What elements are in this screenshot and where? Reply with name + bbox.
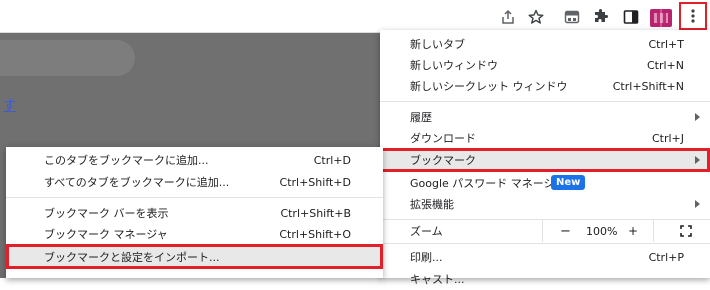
menu-item-label: キャスト... [410,273,465,286]
star-icon[interactable] [524,5,548,29]
menu-item-label: 新しいウィンドウ [410,59,498,72]
menu-separator [380,243,710,244]
menu-item-label: ブックマークと設定をインポート... [44,250,220,264]
menu-item-label: このタブをブックマークに追加... [44,154,209,167]
menu-item-password-manager[interactable]: Google パスワード マネージャー New [380,172,710,194]
zoom-divider [653,220,654,242]
page-link: す [3,99,17,114]
zoom-in-button[interactable]: + [628,224,638,238]
menu-item-zoom: ズーム − 100% + [380,220,710,242]
menu-item-shortcut: Ctrl+N [646,58,684,72]
menu-item-shortcut: Ctrl+Shift+N [612,79,684,93]
menu-item-shortcut: Ctrl+D [313,153,351,167]
share-icon[interactable] [496,5,520,29]
new-badge: New [551,175,586,190]
menu-item-label: 印刷... [410,251,443,264]
menu-item-label: 新しいタブ [410,38,465,51]
menu-item-shortcut: Ctrl+Shift+B [280,206,351,220]
menu-item-label: すべてのタブをブックマークに追加... [44,176,230,189]
menu-item-label: 履歴 [410,111,432,124]
menu-separator [6,197,383,198]
menu-item-label: ダウンロード [410,132,476,145]
fullscreen-icon[interactable] [680,225,692,237]
menu-item-shortcut: Ctrl+Shift+D [279,175,351,189]
submenu-item-bookmark-all-tabs[interactable]: すべてのタブをブックマークに追加... Ctrl+Shift+D [6,171,383,193]
menu-item-bookmarks[interactable]: ブックマーク [380,148,710,172]
browser-toolbar [0,0,710,33]
menu-item-cast[interactable]: キャスト... [380,268,710,290]
menu-item-label: 拡張機能 [410,198,454,211]
page-search-bar [0,40,135,76]
side-panel-icon[interactable] [619,5,643,29]
menu-item-label: ブックマーク マネージャ [44,228,168,241]
menu-item-new-window[interactable]: 新しいウィンドウ Ctrl+N [380,54,710,76]
zoom-level: 100% [586,224,618,238]
menu-item-new-tab[interactable]: 新しいタブ Ctrl+T [380,33,710,55]
submenu-arrow-icon [695,113,700,121]
submenu-item-bookmark-this-tab[interactable]: このタブをブックマークに追加... Ctrl+D [6,149,383,171]
submenu-item-show-bookmarks-bar[interactable]: ブックマーク バーを表示 Ctrl+Shift+B [6,202,383,224]
profile-avatar[interactable] [650,9,672,27]
menu-item-print[interactable]: 印刷... Ctrl+P [380,246,710,268]
extensions-icon[interactable] [589,5,613,29]
menu-item-label: ブックマーク バーを表示 [44,207,169,220]
zoom-out-button[interactable]: − [560,224,571,239]
menu-item-shortcut: Ctrl+Shift+O [279,227,351,241]
chrome-main-menu: 新しいタブ Ctrl+T 新しいウィンドウ Ctrl+N 新しいシークレット ウ… [380,30,710,286]
more-menu-icon [691,9,695,23]
menu-item-extensions[interactable]: 拡張機能 [380,193,710,215]
menu-item-new-incognito-window[interactable]: 新しいシークレット ウィンドウ Ctrl+Shift+N [380,75,710,97]
menu-item-shortcut: Ctrl+T [648,37,684,51]
bookmark-submenu: このタブをブックマークに追加... Ctrl+D すべてのタブをブックマークに追… [6,147,383,278]
menu-item-shortcut: Ctrl+J [651,131,684,145]
menu-item-label: ズーム [410,225,443,238]
menu-item-label: 新しいシークレット ウィンドウ [410,80,568,93]
menu-item-downloads[interactable]: ダウンロード Ctrl+J [380,127,710,149]
menu-item-history[interactable]: 履歴 [380,106,710,128]
menu-item-shortcut: Ctrl+P [648,250,684,264]
submenu-item-bookmark-manager[interactable]: ブックマーク マネージャ Ctrl+Shift+O [6,223,383,245]
zoom-divider [542,220,543,242]
menu-separator [380,101,710,102]
menu-item-label: ブックマーク [410,154,476,167]
tab-search-icon[interactable] [560,5,584,29]
submenu-arrow-icon [695,200,700,208]
more-menu-button[interactable] [679,2,707,30]
submenu-item-import-bookmarks[interactable]: ブックマークと設定をインポート... [6,244,383,269]
submenu-arrow-icon [695,156,700,164]
